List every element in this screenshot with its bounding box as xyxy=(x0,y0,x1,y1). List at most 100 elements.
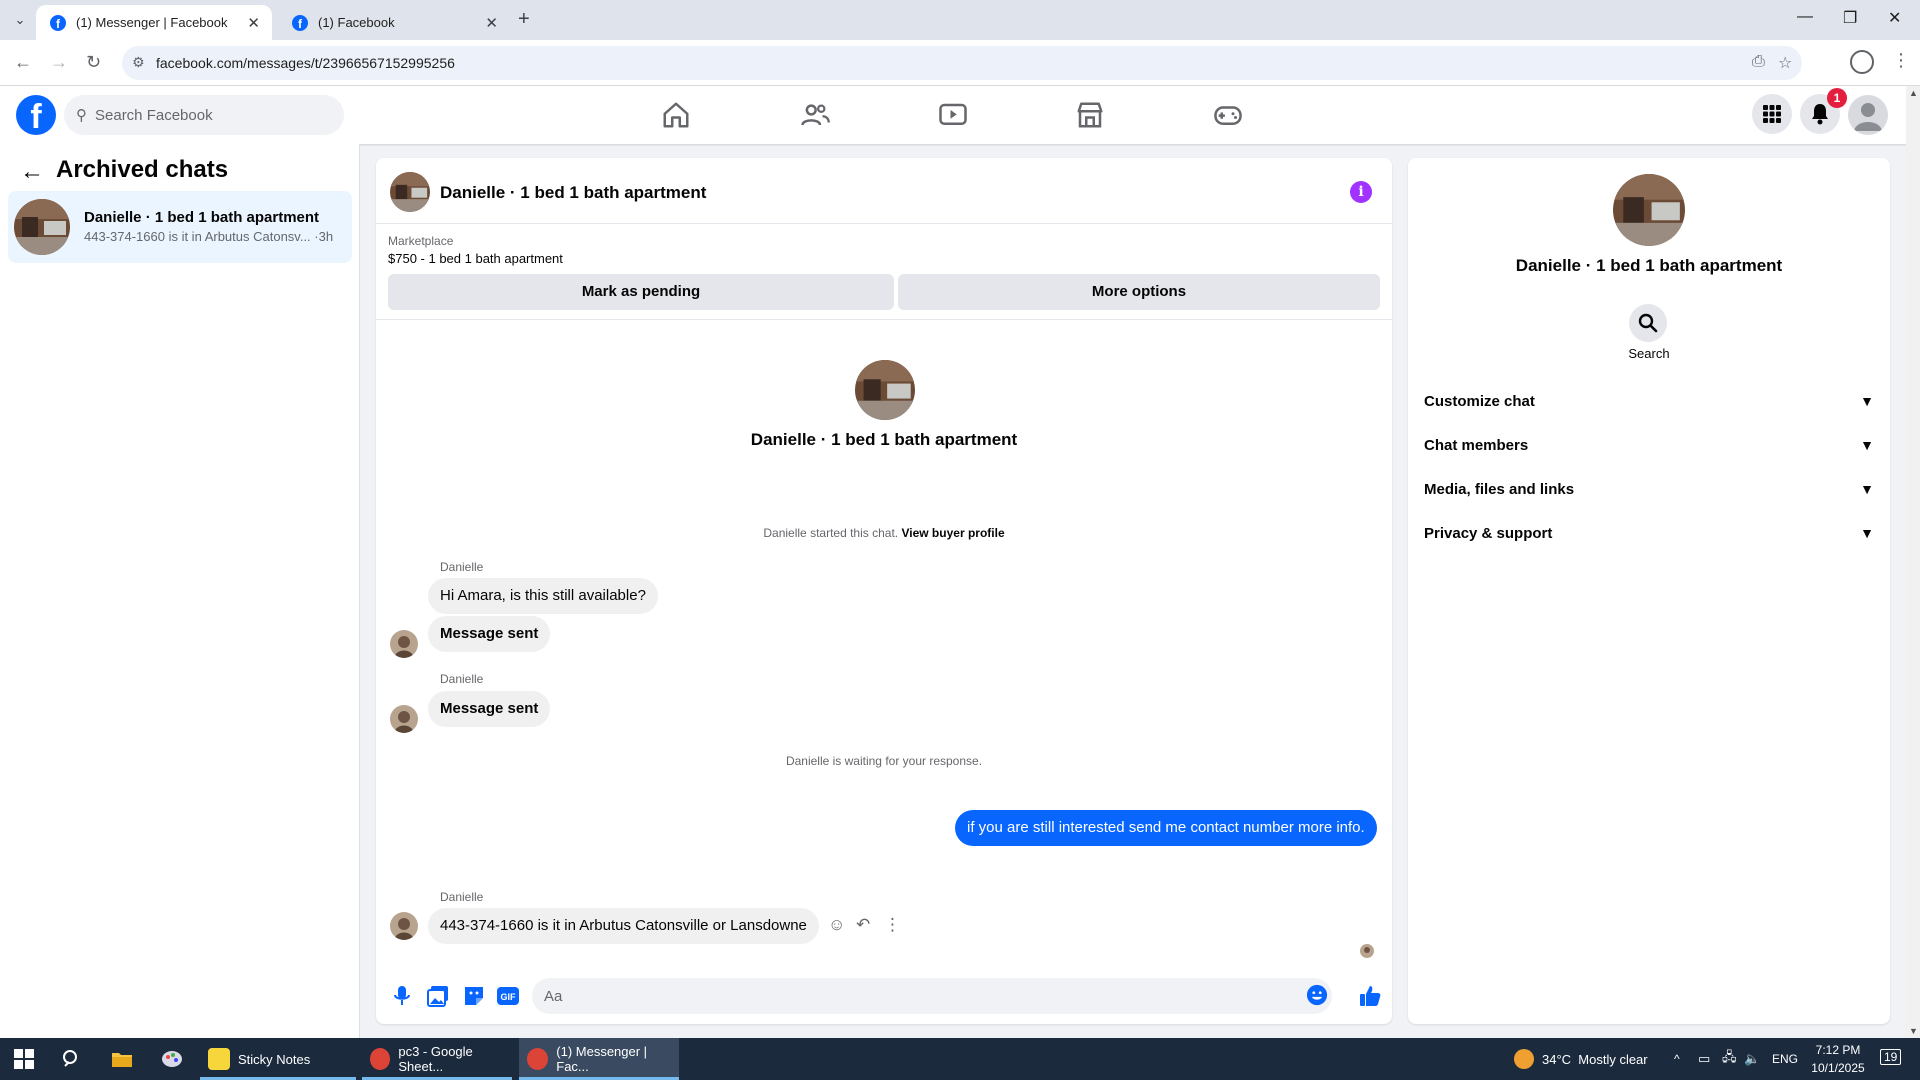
more-options-button[interactable]: More options xyxy=(898,274,1380,310)
mark-as-pending-button[interactable]: Mark as pending xyxy=(388,274,894,310)
page-scrollbar[interactable]: ▲ ▼ xyxy=(1906,86,1920,1038)
url-text[interactable]: facebook.com/messages/t/2396656715299525… xyxy=(156,55,455,71)
friends-icon[interactable] xyxy=(800,100,830,130)
scroll-up-icon[interactable]: ▲ xyxy=(1909,88,1918,98)
minimize-icon[interactable]: — xyxy=(1797,8,1813,26)
taskbar-sticky-notes[interactable]: Sticky Notes xyxy=(200,1038,356,1080)
address-bar-row: ← → ↻ ⚙ facebook.com/messages/t/23966567… xyxy=(0,40,1920,86)
facebook-search[interactable]: ⚲ xyxy=(64,95,344,135)
incoming-message[interactable]: 443-374-1660 is it in Arbutus Catonsvill… xyxy=(428,908,819,944)
paint-app-icon[interactable] xyxy=(160,1047,184,1071)
video-icon[interactable] xyxy=(938,100,968,130)
scroll-down-icon[interactable]: ▼ xyxy=(1909,1026,1918,1036)
windows-start-icon[interactable] xyxy=(12,1047,36,1071)
info-icon[interactable]: i xyxy=(1350,181,1372,203)
volume-icon[interactable]: 🔈 xyxy=(1744,1038,1760,1080)
close-tab-icon[interactable]: ✕ xyxy=(247,14,260,32)
photo-icon[interactable] xyxy=(426,984,450,1008)
back-icon[interactable]: ← xyxy=(14,52,32,73)
emoji-icon[interactable] xyxy=(1306,984,1328,1006)
tab-messenger[interactable]: f (1) Messenger | Facebook ✕ xyxy=(36,5,272,40)
details-thumbnail[interactable] xyxy=(1613,174,1685,246)
bookmark-star-icon[interactable]: ☆ xyxy=(1778,53,1792,73)
network-icon[interactable]: 🖧 xyxy=(1722,1038,1737,1080)
message-input-field[interactable] xyxy=(532,978,1332,1014)
reply-icon[interactable]: ↶ xyxy=(856,915,870,935)
language-indicator[interactable]: ENG xyxy=(1772,1038,1798,1080)
tab-search-chevron-icon[interactable]: ⌄ xyxy=(10,10,30,30)
close-tab-icon[interactable]: ✕ xyxy=(485,14,498,32)
microphone-icon[interactable] xyxy=(390,984,414,1008)
marketplace-icon[interactable] xyxy=(1075,100,1105,130)
customize-chat-section[interactable]: Customize chat ▼ xyxy=(1424,381,1874,421)
seen-avatar xyxy=(1360,944,1374,958)
menu-grid-icon[interactable] xyxy=(1752,94,1792,134)
intro-thumbnail xyxy=(855,360,915,420)
incoming-message[interactable]: Hi Amara, is this still available? xyxy=(428,578,658,614)
install-app-icon[interactable]: ⎙ xyxy=(1752,53,1765,71)
react-icon[interactable]: ☺ xyxy=(828,915,845,935)
sender-name: Danielle xyxy=(440,560,484,574)
chevron-down-icon: ▼ xyxy=(1860,437,1874,453)
file-explorer-icon[interactable] xyxy=(110,1047,134,1071)
listing-thumbnail xyxy=(14,199,70,255)
incoming-message[interactable]: Message sent xyxy=(428,616,551,652)
browser-profile-icon[interactable] xyxy=(1850,50,1874,74)
chat-list-item[interactable]: Danielle · 1 bed 1 bath apartment 443-37… xyxy=(8,191,352,263)
weather-text: 34°C Mostly clear xyxy=(1542,1051,1648,1067)
window-close-icon[interactable]: ✕ xyxy=(1888,8,1901,28)
facebook-favicon-icon: f xyxy=(50,14,66,31)
sender-avatar[interactable] xyxy=(390,912,418,940)
started-text: Danielle started this chat. xyxy=(763,526,899,540)
account-avatar[interactable] xyxy=(1848,95,1888,135)
sticker-icon[interactable] xyxy=(462,984,486,1008)
search-label: Search xyxy=(1628,346,1670,361)
privacy-support-section[interactable]: Privacy & support ▼ xyxy=(1424,513,1874,553)
chat-started-note: Danielle started this chat. View buyer p… xyxy=(376,526,1392,540)
notification-center-icon[interactable]: 19 xyxy=(1880,1049,1902,1065)
section-label: Media, files and links xyxy=(1424,480,1575,498)
search-input[interactable] xyxy=(95,106,315,124)
weather-widget[interactable]: 34°C Mostly clear xyxy=(1514,1038,1648,1080)
like-thumb-icon[interactable] xyxy=(1358,984,1382,1008)
show-hidden-icons[interactable]: ^ xyxy=(1674,1038,1680,1080)
restore-icon[interactable]: ❐ xyxy=(1843,8,1857,28)
outgoing-message[interactable]: if you are still interested send me cont… xyxy=(955,810,1377,846)
reload-icon[interactable]: ↻ xyxy=(86,52,101,73)
home-icon[interactable] xyxy=(661,100,691,130)
new-tab-icon[interactable]: + xyxy=(518,8,530,31)
message-input[interactable] xyxy=(544,987,1284,1005)
taskbar-google-sheets[interactable]: pc3 - Google Sheet... xyxy=(362,1038,512,1080)
sender-avatar[interactable] xyxy=(390,705,418,733)
gif-icon[interactable]: GIF xyxy=(496,984,520,1008)
more-actions-icon[interactable]: ⋮ xyxy=(884,915,901,935)
sender-name: Danielle xyxy=(440,890,484,904)
taskbar-search-icon[interactable] xyxy=(60,1047,84,1071)
tab-facebook[interactable]: f (1) Facebook ✕ xyxy=(278,5,510,40)
conversation-panel: Danielle · 1 bed 1 bath apartment i Mark… xyxy=(376,158,1392,1024)
section-label: Chat members xyxy=(1424,436,1529,454)
site-info-icon[interactable]: ⚙ xyxy=(132,54,145,71)
taskbar-messenger[interactable]: (1) Messenger | Fac... xyxy=(519,1038,679,1080)
omnibox[interactable]: ⚙ facebook.com/messages/t/23966567152995… xyxy=(122,46,1802,80)
taskbar-clock[interactable]: 7:12 PM 10/1/2025 xyxy=(1808,1041,1868,1077)
panel-title: Archived chats xyxy=(56,156,229,183)
incoming-message[interactable]: Message sent xyxy=(428,691,551,727)
listing-title[interactable]: $750 - 1 bed 1 bath apartment xyxy=(388,251,563,266)
facebook-logo-icon[interactable]: f xyxy=(16,95,56,135)
notification-count: 19 xyxy=(1880,1049,1902,1065)
chat-members-section[interactable]: Chat members ▼ xyxy=(1424,425,1874,465)
gaming-icon[interactable] xyxy=(1213,100,1243,130)
back-arrow-icon[interactable]: ← xyxy=(20,158,44,186)
sender-name: Danielle xyxy=(440,672,484,686)
conversation-thumbnail[interactable] xyxy=(390,172,430,212)
forward-icon[interactable]: → xyxy=(50,52,68,73)
conversation-title[interactable]: Danielle · 1 bed 1 bath apartment xyxy=(440,183,706,203)
media-files-links-section[interactable]: Media, files and links ▼ xyxy=(1424,469,1874,509)
search-icon: ⚲ xyxy=(76,107,87,124)
browser-menu-icon[interactable]: ⋮ xyxy=(1892,50,1910,71)
search-in-conversation-button[interactable] xyxy=(1629,304,1667,342)
sender-avatar[interactable] xyxy=(390,630,418,658)
view-buyer-profile-link[interactable]: View buyer profile xyxy=(901,526,1004,540)
meet-now-icon[interactable]: ▭ xyxy=(1698,1038,1710,1080)
